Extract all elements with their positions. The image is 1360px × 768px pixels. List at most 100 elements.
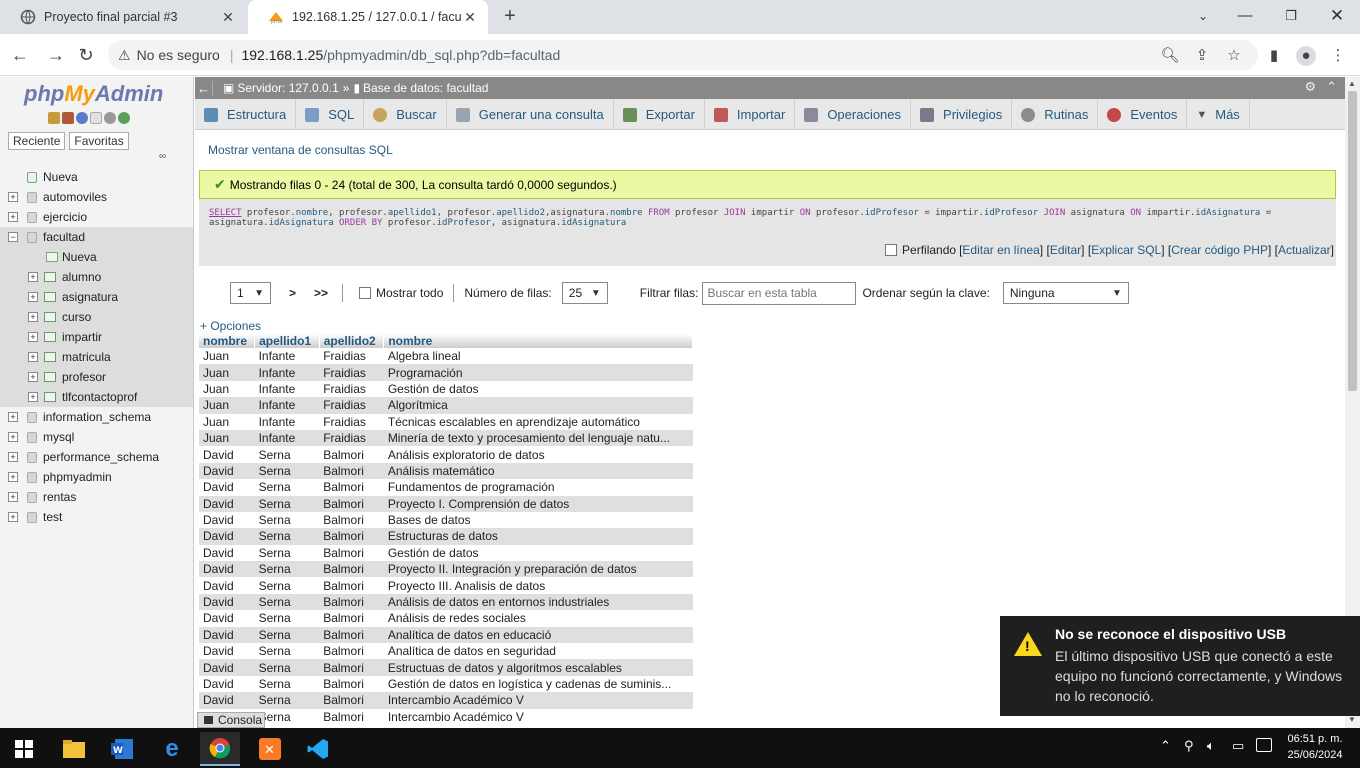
show-hidden-icons-icon[interactable]: ⌃ bbox=[1160, 738, 1171, 754]
scroll-up-icon[interactable]: ▲ bbox=[1348, 79, 1356, 88]
table-row[interactable]: David Serna Balmori Estructuas de datos y a… bbox=[199, 659, 693, 676]
edit-link[interactable]: Editar bbox=[1050, 243, 1081, 257]
vscode-button[interactable] bbox=[298, 732, 338, 766]
table-row[interactable]: David Serna Balmori Fundamentos de programa… bbox=[199, 479, 693, 496]
tree-item-curso[interactable]: + curso bbox=[0, 307, 193, 327]
table-row[interactable]: DavidSernaBalmoriIntercambio Académico V bbox=[199, 708, 693, 725]
phpmyadmin-logo[interactable]: phpMyAdmin bbox=[24, 81, 163, 107]
minimize-icon[interactable]: — bbox=[1230, 4, 1260, 28]
last-page-button[interactable]: >> bbox=[314, 286, 328, 300]
tree-item-matricula[interactable]: + matricula bbox=[0, 347, 193, 367]
next-page-button[interactable]: > bbox=[289, 286, 296, 300]
tab-importar[interactable]: Importar bbox=[705, 99, 796, 130]
close-tab-icon[interactable]: ✕ bbox=[462, 9, 478, 26]
table-row[interactable]: Juan Infante Fraidias Gestión de datos bbox=[199, 380, 693, 398]
logout-icon[interactable] bbox=[62, 112, 74, 124]
forward-icon[interactable]: → bbox=[44, 43, 68, 67]
close-window-icon[interactable]: ✕ bbox=[1322, 4, 1352, 28]
column-header-nombre-asignatura[interactable]: nombre bbox=[383, 334, 693, 348]
tab-operaciones[interactable]: Operaciones bbox=[795, 99, 912, 130]
expand-icon[interactable]: + bbox=[28, 392, 38, 402]
url-omnibox[interactable]: ⚠ No es seguro | 192.168.1.25 /phpmyadmi… bbox=[108, 40, 1258, 70]
restore-icon[interactable]: ❐ bbox=[1276, 4, 1306, 28]
network-icon[interactable]: ▭ bbox=[1232, 738, 1244, 754]
profiling-checkbox[interactable] bbox=[885, 244, 898, 256]
tree-item-mysql[interactable]: + mysql bbox=[0, 427, 193, 447]
recent-tab[interactable]: Reciente bbox=[8, 132, 66, 150]
expand-icon[interactable]: + bbox=[8, 212, 18, 222]
close-tab-icon[interactable]: ✕ bbox=[220, 9, 236, 26]
tree-item-automoviles[interactable]: + automoviles bbox=[0, 187, 193, 207]
tab-exportar[interactable]: Exportar bbox=[614, 99, 705, 130]
table-row[interactable]: David Serna Balmori Analítica de datos en e… bbox=[199, 626, 693, 644]
speaker-muted-icon[interactable]: 🔈︎ bbox=[1207, 738, 1215, 754]
table-row[interactable]: David Serna Balmori Proyecto I. Comprensión… bbox=[199, 495, 693, 512]
scrollbar-thumb[interactable] bbox=[1348, 91, 1357, 391]
table-row[interactable]: David Serna Balmori Proyecto III. Analisis … bbox=[199, 577, 693, 594]
network-devices-icon[interactable]: ⚲ bbox=[1184, 738, 1194, 754]
tab-search-icon[interactable]: ⌄ bbox=[1188, 4, 1218, 28]
expand-icon[interactable]: + bbox=[8, 192, 18, 202]
sort-key-select[interactable]: Ninguna ▼ bbox=[1002, 282, 1129, 304]
favorites-tab[interactable]: Favoritas bbox=[69, 132, 129, 150]
table-row[interactable]: David Serna Balmori Análisis de redes socia… bbox=[199, 610, 693, 627]
tree-item-phpmyadmin[interactable]: + phpmyadmin bbox=[0, 467, 193, 487]
table-row[interactable]: Juan Infante Fraidias Minería de texto y pr… bbox=[199, 429, 693, 447]
sql-keyword[interactable]: SELECT bbox=[209, 208, 242, 218]
table-row[interactable]: DavidSernaBalmoriIntercambio Académico V bbox=[199, 692, 693, 709]
tab-sql[interactable]: SQL bbox=[296, 99, 365, 130]
table-row[interactable]: David Serna Balmori Analítica de datos en s… bbox=[199, 643, 693, 660]
page-select[interactable]: 1 ▼ bbox=[230, 282, 271, 304]
expand-icon[interactable]: + bbox=[8, 432, 18, 442]
expand-icon[interactable]: + bbox=[28, 352, 38, 362]
table-row[interactable]: David Serna Balmori Gestión de datos en log… bbox=[199, 675, 693, 693]
usb-notification-toast[interactable]: ! No se reconoce el dispositivo USB El ú… bbox=[1000, 616, 1360, 716]
link-with-main-icon[interactable]: ∞ bbox=[159, 151, 166, 162]
expand-icon[interactable]: + bbox=[28, 272, 38, 282]
tab-privilegios[interactable]: Privilegios bbox=[911, 99, 1013, 130]
edge-button[interactable]: e bbox=[152, 732, 192, 766]
tree-item-new-table[interactable]: Nueva bbox=[0, 247, 193, 267]
chrome-button[interactable] bbox=[200, 732, 240, 766]
show-all-label[interactable]: Mostrar todo bbox=[376, 286, 443, 300]
file-explorer-button[interactable] bbox=[54, 732, 94, 766]
filter-rows-input[interactable]: Buscar en esta tabla bbox=[702, 281, 857, 305]
tab-generar-consulta[interactable]: Generar una consulta bbox=[447, 99, 614, 130]
expand-icon[interactable]: + bbox=[28, 312, 38, 322]
reload-icon[interactable]: ↻ bbox=[74, 43, 98, 67]
tree-item-new[interactable]: Nueva bbox=[0, 167, 193, 187]
tab-mas[interactable]: ▼ Más bbox=[1187, 99, 1250, 130]
docs-icon[interactable] bbox=[90, 112, 102, 124]
expand-icon[interactable]: + bbox=[28, 292, 38, 302]
expand-icon[interactable]: + bbox=[8, 412, 18, 422]
reload-nav-icon[interactable] bbox=[118, 112, 130, 124]
taskbar-clock[interactable]: 06:51 p. m. 25/06/2024 bbox=[1278, 731, 1352, 763]
tab-rutinas[interactable]: Rutinas bbox=[1012, 99, 1099, 130]
tree-item-profesor[interactable]: + profesor bbox=[0, 367, 193, 387]
column-header-apellido1[interactable]: apellido1 bbox=[254, 334, 320, 348]
side-panel-icon[interactable]: ▮ bbox=[1264, 46, 1284, 66]
help-icon[interactable] bbox=[76, 112, 88, 124]
breadcrumb-database[interactable]: Base de datos: facultad bbox=[363, 81, 488, 95]
security-label[interactable]: No es seguro bbox=[137, 47, 220, 63]
expand-icon[interactable]: + bbox=[8, 492, 18, 502]
browser-tab-proyecto[interactable]: Proyecto final parcial #3 ✕ bbox=[0, 0, 246, 34]
create-php-code-link[interactable]: Crear código PHP bbox=[1171, 243, 1268, 257]
browser-tab-phpmyadmin[interactable]: pma 192.168.1.25 / 127.0.0.1 / facultad … bbox=[248, 0, 488, 34]
tree-item-rentas[interactable]: + rentas bbox=[0, 487, 193, 507]
menu-dots-icon[interactable]: ⋮ bbox=[1328, 46, 1348, 66]
tree-item-test[interactable]: + test bbox=[0, 507, 193, 527]
table-row[interactable]: David Serna Balmori Bases de datos bbox=[199, 511, 693, 529]
table-row[interactable]: Juan Infante Fraidias Algebra lineal bbox=[199, 348, 693, 365]
tab-buscar[interactable]: Buscar bbox=[364, 99, 447, 130]
tree-item-performance-schema[interactable]: + performance_schema bbox=[0, 447, 193, 467]
column-header-apellido2[interactable]: apellido2 bbox=[319, 334, 385, 348]
tree-item-tlfcontactoprof[interactable]: + tlfcontactoprof bbox=[0, 387, 193, 407]
show-all-checkbox[interactable] bbox=[359, 287, 372, 299]
table-row[interactable]: David Serna Balmori Proyecto II. Integració… bbox=[199, 561, 693, 578]
show-sql-window-link[interactable]: Mostrar ventana de consultas SQL bbox=[208, 143, 393, 157]
table-row[interactable]: David Serna Balmori Análisis matemático bbox=[199, 462, 693, 480]
tree-item-impartir[interactable]: + impartir bbox=[0, 327, 193, 347]
explain-sql-link[interactable]: Explicar SQL bbox=[1091, 243, 1161, 257]
tree-item-alumno[interactable]: + alumno bbox=[0, 267, 193, 287]
